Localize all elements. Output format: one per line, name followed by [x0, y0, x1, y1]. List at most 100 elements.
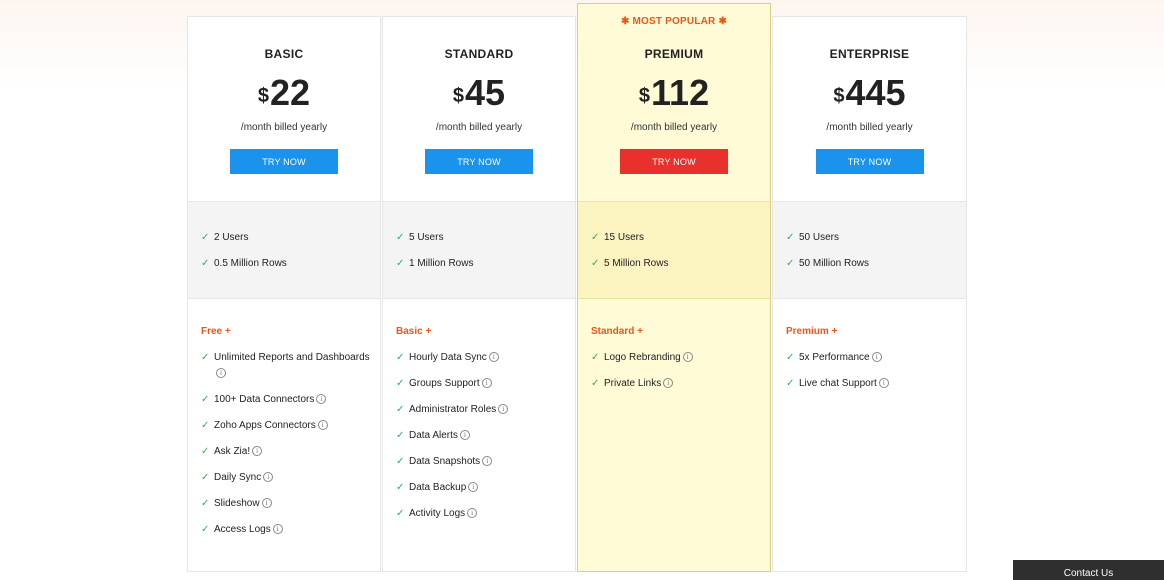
check-icon: ✓: [201, 472, 210, 483]
pricing-table: BASIC $22 /month billed yearly TRY NOW ✓…: [187, 3, 967, 572]
limit-item: ✓ 5 Million Rows: [591, 256, 760, 272]
info-icon[interactable]: i: [317, 420, 328, 431]
limit-item: ✓ 5 Users: [396, 230, 565, 246]
info-icon[interactable]: i: [871, 352, 882, 363]
price-amount: 45: [465, 72, 506, 113]
plan-name: PREMIUM: [644, 47, 704, 61]
info-icon[interactable]: i: [216, 368, 226, 379]
plan-limits: ✓ 50 Users ✓ 50 Million Rows: [773, 201, 966, 299]
feature-item: ✓ Zoho Apps Connectors i: [201, 418, 370, 434]
check-icon: ✓: [396, 232, 405, 243]
check-icon: ✓: [591, 232, 600, 243]
tier-label: Premium +: [786, 326, 838, 337]
feature-item: ✓ Daily Sync i: [201, 470, 370, 486]
plan-features: Basic + ✓ Hourly Data Sync i ✓ Groups Suppo…: [383, 298, 575, 571]
plan-price: $445: [773, 71, 966, 115]
limit-item: ✓ 15 Users: [591, 230, 760, 246]
plan-card-premium: ✱ MOST POPULAR ✱ PREMIUM $112 /month bil…: [577, 3, 771, 572]
currency-symbol: $: [257, 85, 270, 107]
contact-us-button[interactable]: Contact Us: [1013, 560, 1164, 580]
currency-symbol: $: [638, 85, 651, 107]
info-icon[interactable]: i: [263, 472, 274, 483]
check-icon: ✓: [201, 352, 210, 363]
check-icon: ✓: [201, 232, 210, 243]
info-icon[interactable]: i: [459, 430, 470, 441]
billing-period: /month billed yearly: [240, 122, 328, 133]
billing-period: /month billed yearly: [630, 122, 718, 133]
plan-name: ENTERPRISE: [829, 47, 910, 61]
info-icon[interactable]: i: [482, 456, 493, 467]
plan-features: Premium + ✓ 5x Performance i ✓ Live chat Su…: [773, 298, 966, 571]
check-icon: ✓: [201, 524, 210, 535]
tier-label: Standard +: [591, 326, 643, 337]
price-amount: 112: [651, 72, 710, 113]
try-now-button-basic[interactable]: TRY NOW: [230, 149, 338, 174]
info-icon[interactable]: i: [316, 394, 327, 405]
check-icon: ✓: [396, 456, 405, 467]
plan-features: Free + ✓ Unlimited Reports and Dashboards…: [188, 298, 380, 571]
plan-card-basic: BASIC $22 /month billed yearly TRY NOW ✓…: [187, 16, 381, 572]
info-icon[interactable]: i: [272, 524, 283, 535]
plan-limits: ✓ 5 Users ✓ 1 Million Rows: [383, 201, 575, 299]
limit-item: ✓ 0.5 Million Rows: [201, 256, 370, 272]
feature-item: ✓ Data Alerts i: [396, 428, 565, 444]
feature-item: ✓ Ask Zia! i: [201, 444, 370, 460]
check-icon: ✓: [786, 352, 795, 363]
limit-item: ✓ 50 Users: [786, 230, 956, 246]
limit-item: ✓ 1 Million Rows: [396, 256, 565, 272]
check-icon: ✓: [396, 430, 405, 441]
feature-item: ✓ 100+ Data Connectors i: [201, 392, 370, 408]
check-icon: ✓: [396, 378, 405, 389]
feature-item: ✓ Activity Logs i: [396, 506, 565, 522]
billing-period: /month billed yearly: [435, 122, 523, 133]
info-icon[interactable]: i: [261, 498, 272, 509]
check-icon: ✓: [201, 420, 210, 431]
price-amount: 22: [270, 72, 311, 113]
feature-item: ✓ Hourly Data Sync i: [396, 350, 565, 366]
check-icon: ✓: [591, 258, 600, 269]
tier-label: Basic +: [396, 326, 432, 337]
feature-item: ✓ Access Logs i: [201, 522, 370, 538]
feature-item: ✓ Unlimited Reports and Dashboardsi: [201, 352, 370, 379]
plan-name: STANDARD: [444, 47, 514, 61]
check-icon: ✓: [201, 258, 210, 269]
plan-card-enterprise: ENTERPRISE $445 /month billed yearly TRY…: [772, 16, 967, 572]
info-icon[interactable]: i: [468, 482, 479, 493]
price-amount: 445: [845, 72, 906, 113]
plan-limits: ✓ 2 Users ✓ 0.5 Million Rows: [188, 201, 380, 299]
check-icon: ✓: [786, 232, 795, 243]
feature-item: ✓ Data Snapshots i: [396, 454, 565, 470]
tier-label: Free +: [201, 326, 231, 337]
try-now-button-standard[interactable]: TRY NOW: [425, 149, 533, 174]
info-icon[interactable]: i: [663, 378, 674, 389]
plan-name: BASIC: [264, 47, 304, 61]
check-icon: ✓: [786, 258, 795, 269]
check-icon: ✓: [201, 446, 210, 457]
info-icon[interactable]: i: [467, 508, 478, 519]
plan-header: PREMIUM $112 /month billed yearly TRY NO…: [578, 17, 770, 201]
feature-item: ✓ 5x Performance i: [786, 350, 956, 366]
currency-symbol: $: [833, 85, 845, 107]
info-icon[interactable]: i: [682, 352, 693, 363]
try-now-button-premium[interactable]: TRY NOW: [620, 149, 728, 174]
check-icon: ✓: [396, 352, 405, 363]
feature-item: ✓ Data Backup i: [396, 480, 565, 496]
feature-item: ✓ Administrator Roles i: [396, 402, 565, 418]
info-icon[interactable]: i: [878, 378, 889, 389]
currency-symbol: $: [452, 85, 465, 107]
info-icon[interactable]: i: [481, 378, 492, 389]
plan-limits: ✓ 15 Users ✓ 5 Million Rows: [578, 201, 770, 299]
info-icon[interactable]: i: [488, 352, 499, 363]
feature-item: ✓ Groups Support i: [396, 376, 565, 392]
info-icon[interactable]: i: [252, 446, 263, 457]
limit-item: ✓ 2 Users: [201, 230, 370, 246]
limit-item: ✓ 50 Million Rows: [786, 256, 956, 272]
check-icon: ✓: [396, 404, 405, 415]
check-icon: ✓: [591, 352, 600, 363]
plan-price: $112: [578, 71, 770, 115]
try-now-button-enterprise[interactable]: TRY NOW: [815, 149, 924, 174]
info-icon[interactable]: i: [498, 404, 509, 415]
check-icon: ✓: [201, 498, 210, 509]
check-icon: ✓: [786, 378, 795, 389]
feature-item: ✓ Logo Rebranding i: [591, 350, 760, 366]
